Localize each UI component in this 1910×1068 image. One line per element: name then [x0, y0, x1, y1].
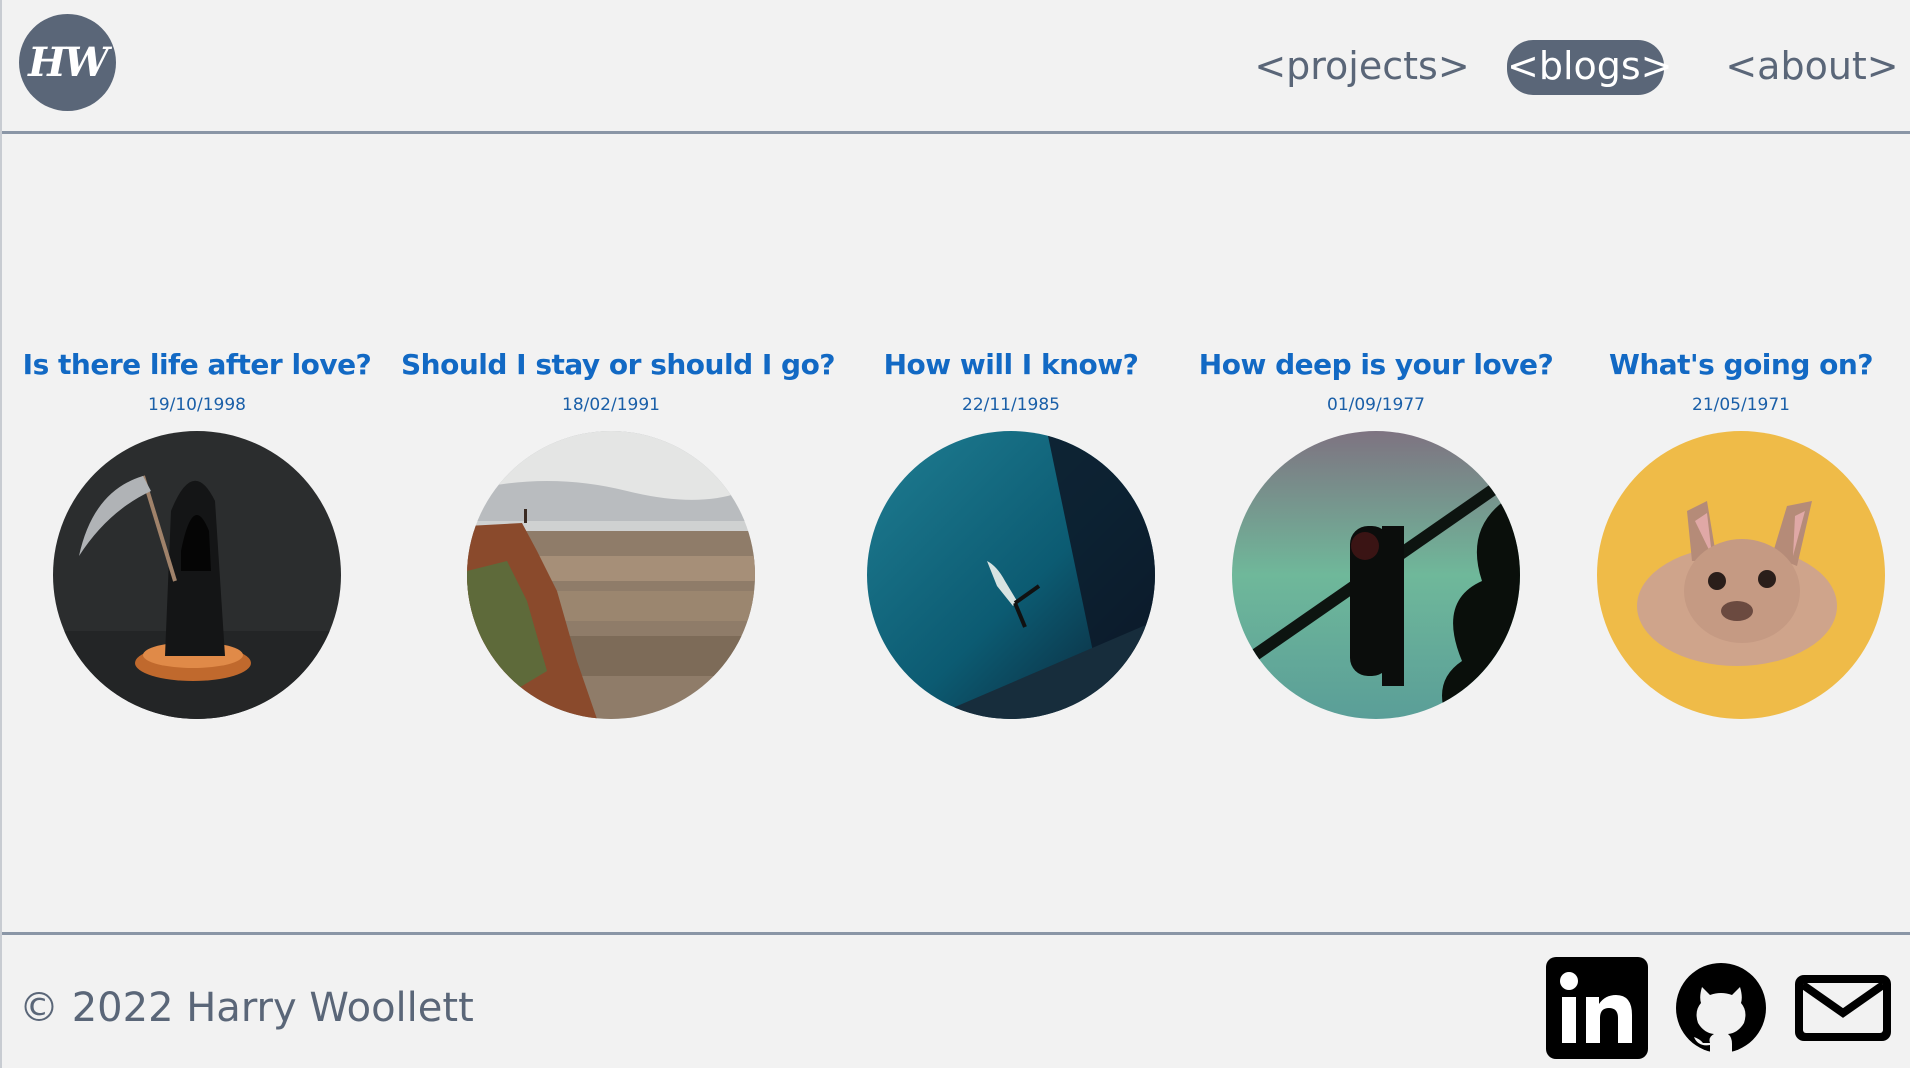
blog-card[interactable]: What's going on? 21/05/1971 [1531, 345, 1910, 719]
copyright: © 2022 Harry Woollett [19, 985, 474, 1031]
blog-date: 21/05/1971 [1692, 395, 1790, 415]
nav-projects[interactable]: <projects> [1247, 40, 1477, 95]
blog-title[interactable]: Is there life after love? [0, 345, 407, 385]
mail-icon[interactable] [1792, 957, 1894, 1059]
grim-reaper-image[interactable] [53, 431, 341, 719]
blog-card[interactable]: Should I stay or should I go? 18/02/1991 [401, 345, 836, 719]
blog-title[interactable]: Should I stay or should I go? [401, 345, 836, 385]
nav-blogs[interactable]: <blogs> [1507, 40, 1673, 95]
blog-date: 01/09/1977 [1327, 395, 1425, 415]
blog-title[interactable]: How deep is your love? [1166, 345, 1586, 385]
blog-card[interactable]: Is there life after love? 19/10/1998 [0, 345, 407, 719]
logo[interactable]: HW [19, 14, 116, 111]
french-bulldog-image[interactable] [1597, 431, 1885, 719]
blog-card[interactable]: How deep is your love? 01/09/1977 [1166, 345, 1586, 719]
blog-title[interactable]: What's going on? [1531, 345, 1910, 385]
logo-text: HW [28, 39, 109, 86]
blog-title[interactable]: How will I know? [801, 345, 1221, 385]
traffic-light-image[interactable] [1232, 431, 1520, 719]
linkedin-icon[interactable] [1546, 957, 1648, 1059]
github-icon[interactable] [1670, 957, 1772, 1059]
canyon-cliff-image[interactable] [467, 431, 755, 719]
nav-about[interactable]: <about> [1722, 40, 1902, 95]
site-header: HW <projects> <blogs> <about> [2, 0, 1910, 134]
site-footer: © 2022 Harry Woollett [2, 932, 1910, 1068]
blog-date: 18/02/1991 [562, 395, 660, 415]
blog-date: 22/11/1985 [962, 395, 1060, 415]
blog-card[interactable]: How will I know? 22/11/1985 [801, 345, 1221, 719]
blog-date: 19/10/1998 [148, 395, 246, 415]
underwater-diver-image[interactable] [867, 431, 1155, 719]
